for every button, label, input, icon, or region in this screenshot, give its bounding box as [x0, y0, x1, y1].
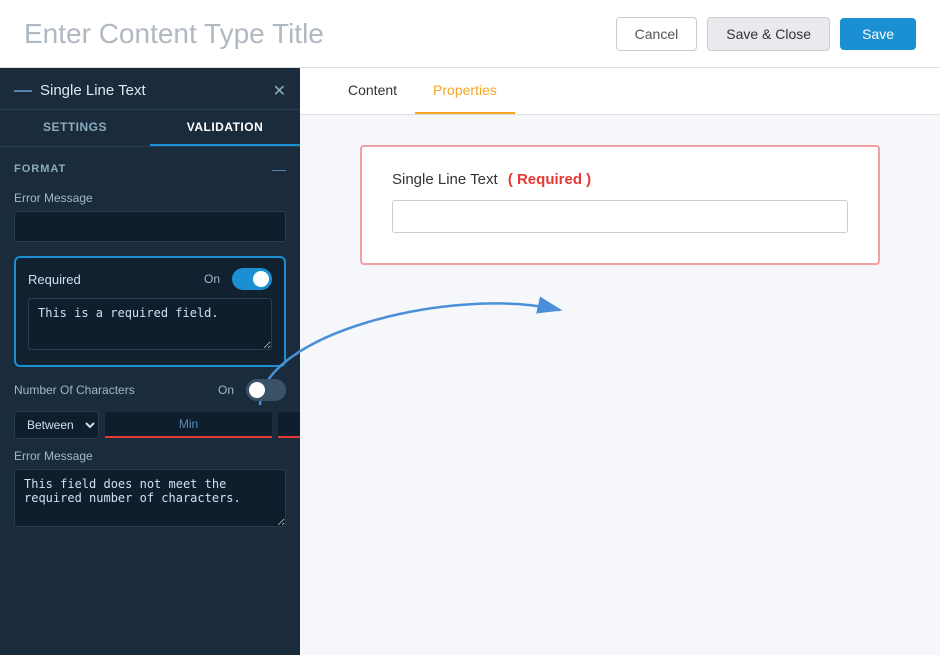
arrow-annotation — [250, 255, 770, 415]
tab-settings[interactable]: SETTINGS — [0, 110, 150, 146]
error-message-input[interactable] — [14, 211, 286, 242]
required-section: Required On — [14, 256, 286, 367]
required-indicator: ( Required ) — [508, 171, 591, 188]
chars-error-label: Error Message — [14, 449, 286, 463]
content-tabs: Content Properties — [300, 68, 940, 115]
header: Enter Content Type Title Cancel Save & C… — [0, 0, 940, 68]
chars-error-textarea[interactable] — [14, 469, 286, 527]
content-area: Content Properties Single Line Text ( Re… — [300, 68, 940, 655]
chars-label: Number Of Characters — [14, 383, 135, 397]
collapse-icon[interactable]: — — [272, 161, 286, 177]
required-toggle-switch: On — [204, 268, 272, 290]
chars-toggle-row: Number Of Characters On — [14, 379, 286, 401]
field-name-text: Single Line Text — [392, 171, 498, 188]
tab-properties[interactable]: Properties — [415, 68, 515, 114]
chars-on-label: On — [218, 383, 234, 397]
required-toggle[interactable] — [232, 268, 272, 290]
section-header: FORMAT — — [14, 161, 286, 177]
page-title: Enter Content Type Title — [24, 18, 324, 50]
max-input[interactable] — [278, 412, 300, 438]
format-section-title: FORMAT — [14, 163, 66, 175]
panel-dash-icon: — — [14, 80, 32, 101]
preview-area: Single Line Text ( Required ) — [300, 115, 940, 655]
tab-content[interactable]: Content — [330, 68, 415, 114]
tab-validation[interactable]: VALIDATION — [150, 110, 300, 146]
close-icon[interactable]: ✕ — [273, 81, 286, 101]
required-label: Required — [28, 272, 81, 287]
preview-text-input[interactable] — [392, 200, 848, 233]
main-layout: — Single Line Text ✕ SETTINGS VALIDATION… — [0, 68, 940, 655]
panel-title: Single Line Text — [40, 82, 146, 99]
required-on-label: On — [204, 272, 220, 286]
panel-header: — Single Line Text ✕ — [0, 68, 300, 110]
error-message-label: Error Message — [14, 191, 286, 205]
save-close-button[interactable]: Save & Close — [707, 17, 830, 51]
chars-toggle-switch: On — [218, 379, 286, 401]
chars-toggle[interactable] — [246, 379, 286, 401]
form-preview-box: Single Line Text ( Required ) — [360, 145, 880, 265]
cancel-button[interactable]: Cancel — [616, 17, 698, 51]
required-message-textarea[interactable] — [28, 298, 272, 350]
save-button[interactable]: Save — [840, 18, 916, 50]
between-select[interactable]: Between — [14, 411, 99, 439]
preview-field-label: Single Line Text ( Required ) — [392, 171, 848, 188]
required-toggle-row: Required On — [28, 268, 272, 290]
between-row: Between — [14, 411, 286, 439]
sidebar-tabs: SETTINGS VALIDATION — [0, 110, 300, 147]
panel-title-area: — Single Line Text — [14, 80, 146, 101]
min-input[interactable] — [105, 412, 272, 438]
header-actions: Cancel Save & Close Save — [616, 17, 916, 51]
